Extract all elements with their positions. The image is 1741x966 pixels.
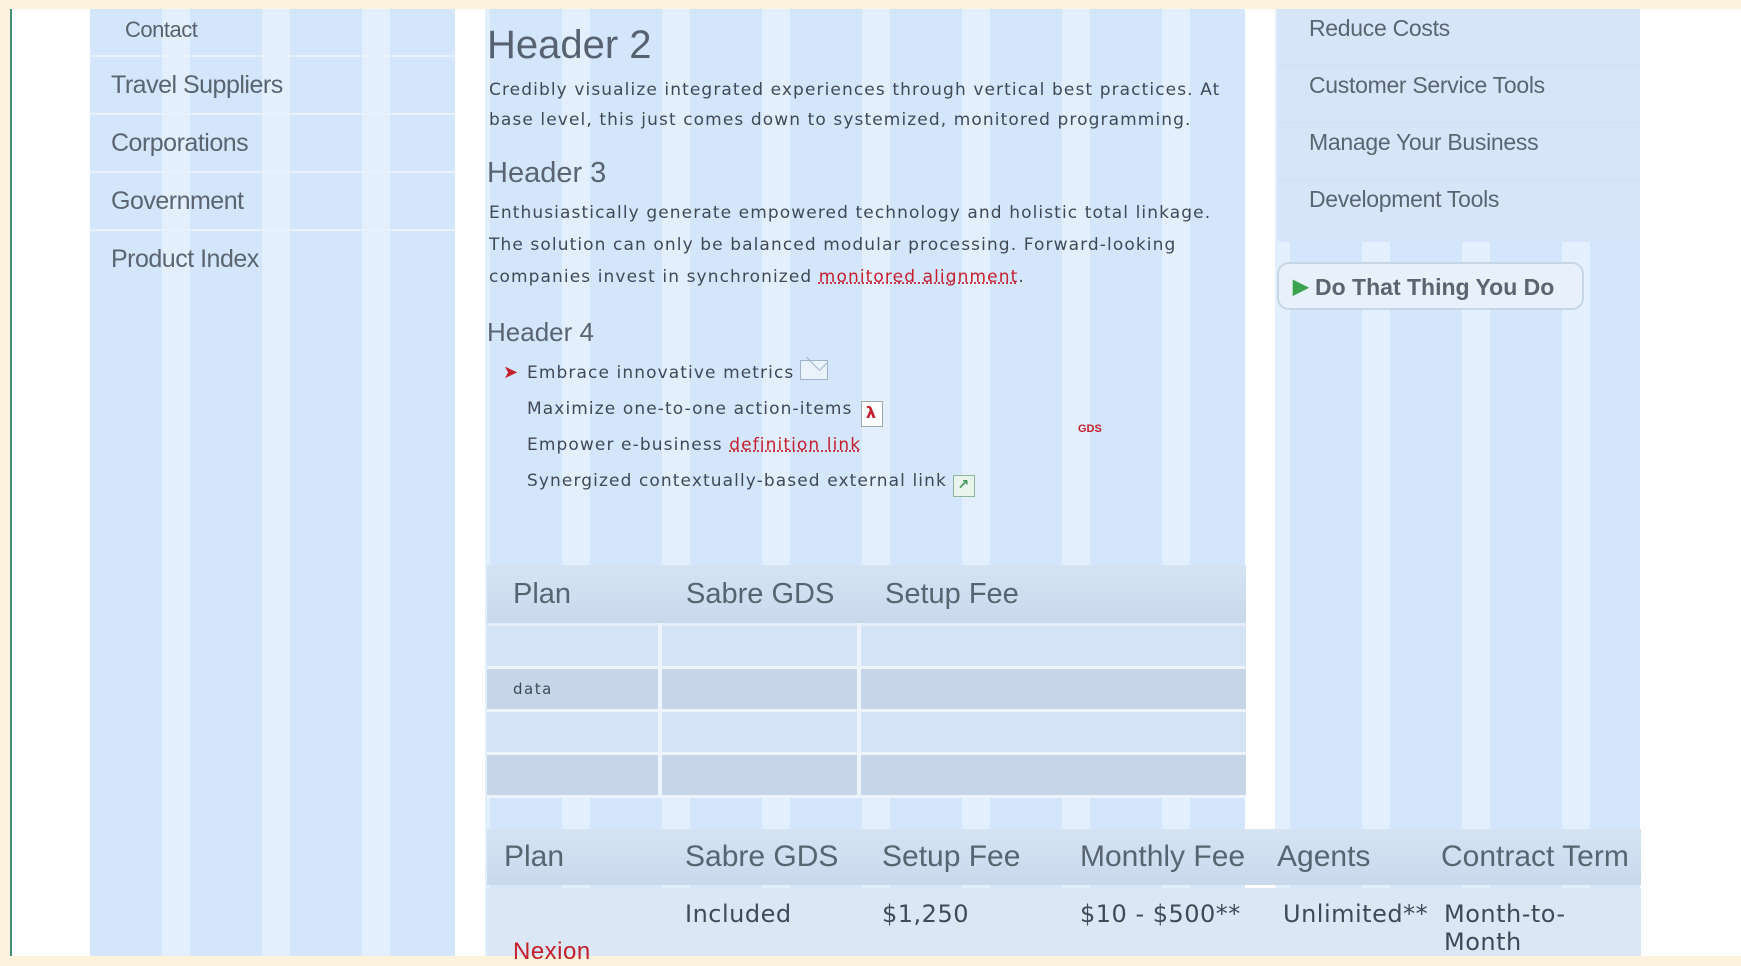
table-cell xyxy=(660,710,861,755)
column-header-sabre-gds: Sabre GDS xyxy=(685,840,839,873)
left-sidebar-nav: Contact Travel Suppliers Corporations Go… xyxy=(90,9,455,287)
inline-link[interactable]: monitored alignment xyxy=(819,267,1019,287)
heading-2: Header 2 xyxy=(487,23,652,67)
table-cell: data xyxy=(487,667,662,712)
column-header-contract-term: Contract Term xyxy=(1441,840,1629,873)
table-cell-setup: $1,250 xyxy=(882,900,969,928)
nav-item-customer-service-tools[interactable]: Customer Service Tools xyxy=(1277,66,1640,123)
column-header-sabre-gds: Sabre GDS xyxy=(660,565,859,626)
list-item: ➤ Embrace innovative metrics xyxy=(503,355,1244,391)
mail-icon[interactable] xyxy=(800,360,829,380)
external-link-icon[interactable]: ↗ xyxy=(952,475,975,497)
list-item-text: Embrace innovative metrics xyxy=(527,363,795,383)
definition-link[interactable]: definition link xyxy=(729,435,861,455)
nav-item-contact[interactable]: Contact xyxy=(90,9,455,57)
table-cell xyxy=(487,753,662,798)
cta-button[interactable]: ▶ Do That Thing You Do xyxy=(1277,262,1584,310)
plans-table-header: Plan Sabre GDS Setup Fee Monthly Fee Age… xyxy=(487,829,1641,885)
plans-table-small: Plan Sabre GDS Setup Fee data xyxy=(487,565,1246,798)
table-row xyxy=(487,624,1246,669)
table-cell xyxy=(660,624,861,669)
paragraph-end: . xyxy=(1018,267,1025,287)
table-cell xyxy=(859,710,1246,755)
column-header-plan: Plan xyxy=(487,565,660,626)
nav-item-government[interactable]: Government xyxy=(90,173,455,231)
table-row: data xyxy=(487,667,1246,712)
nav-item-reduce-costs[interactable]: Reduce Costs xyxy=(1277,9,1640,66)
nav-item-travel-suppliers[interactable]: Travel Suppliers xyxy=(90,57,455,115)
main-content: Header 2 Credibly visualize integrated e… xyxy=(487,9,1244,499)
column-gutter xyxy=(1245,9,1275,956)
nav-item-corporations[interactable]: Corporations xyxy=(90,115,455,173)
table-row xyxy=(487,753,1246,798)
table-cell-term: Month-to-Month xyxy=(1444,900,1566,956)
column-header-setup-fee: Setup Fee xyxy=(859,565,1246,626)
right-sidebar-nav: Reduce Costs Customer Service Tools Mana… xyxy=(1277,9,1640,242)
column-gutter xyxy=(455,9,485,956)
table-cell-monthly: $10 - $500** xyxy=(1080,900,1241,928)
page-margin xyxy=(1641,9,1741,956)
nav-item-product-index[interactable]: Product Index xyxy=(90,231,455,287)
list-item-text: Maximize one-to-one action-items xyxy=(527,399,853,419)
nav-item-development-tools[interactable]: Development Tools xyxy=(1277,180,1640,242)
pdf-icon[interactable]: λ xyxy=(860,401,883,427)
column-header-agents: Agents xyxy=(1277,840,1371,873)
list-item: Empower e-business definition link xyxy=(527,427,1244,463)
paragraph: Enthusiastically generate empowered tech… xyxy=(489,197,1244,293)
column-header-setup-fee: Setup Fee xyxy=(882,840,1021,873)
table-cell xyxy=(859,753,1246,798)
table-cell xyxy=(487,624,662,669)
arrow-bullet-icon: ➤ xyxy=(503,362,520,383)
nav-item-manage-your-business[interactable]: Manage Your Business xyxy=(1277,123,1640,180)
cta-label: Do That Thing You Do xyxy=(1315,274,1555,300)
column-header-monthly-fee: Monthly Fee xyxy=(1080,840,1246,873)
list-item: Maximize one-to-one action-items λ xyxy=(527,391,1244,427)
table-header-row: Plan Sabre GDS Setup Fee xyxy=(487,565,1246,626)
table-row: Nexion Included $1,250 $10 - $500** Unli… xyxy=(487,888,1641,965)
table-row xyxy=(487,710,1246,755)
plan-name-link[interactable]: Nexion xyxy=(513,938,591,966)
paragraph: Credibly visualize integrated experience… xyxy=(489,80,1221,130)
list-item-text: Empower e-business xyxy=(527,435,723,455)
gds-badge: GDS xyxy=(1078,423,1102,435)
table-cell xyxy=(859,667,1246,712)
table-cell xyxy=(487,710,662,755)
table-cell xyxy=(660,753,861,798)
heading-4: Header 4 xyxy=(487,317,594,347)
table-cell xyxy=(660,667,861,712)
feature-list: ➤ Embrace innovative metrics Maximize on… xyxy=(487,355,1244,499)
table-cell-agents: Unlimited** xyxy=(1283,900,1429,928)
heading-3: Header 3 xyxy=(487,157,607,189)
table-cell xyxy=(859,624,1246,669)
column-header-plan: Plan xyxy=(504,840,565,873)
play-arrow-icon: ▶ xyxy=(1293,276,1309,298)
table-cell-sabre: Included xyxy=(685,900,792,928)
list-item: Synergized contextually-based external l… xyxy=(527,463,1244,499)
list-item-text: Synergized contextually-based external l… xyxy=(527,471,947,491)
